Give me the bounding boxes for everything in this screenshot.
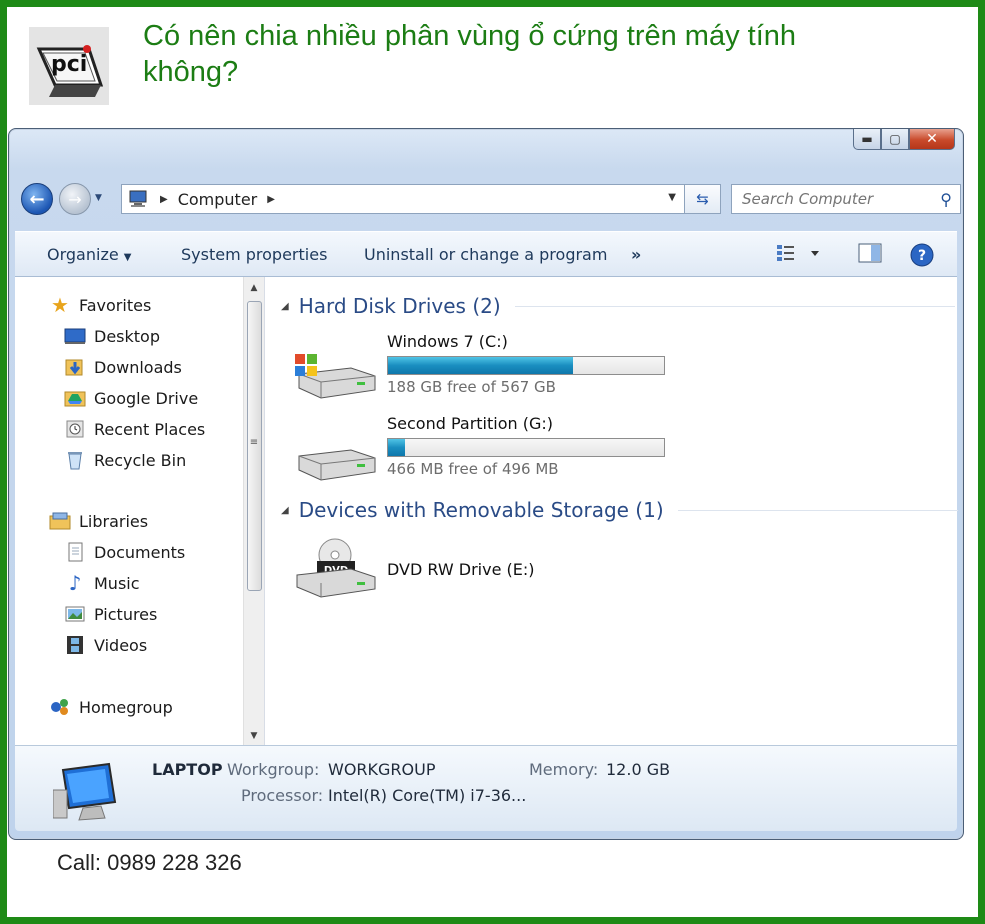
workgroup-value: WORKGROUP [328,760,436,779]
file-list-pane: ◢ Hard Disk Drives (2) Windows 7 (C:) 18… [267,277,958,745]
homegroup-icon [49,697,71,717]
group-divider [514,305,955,307]
scroll-down-arrow[interactable]: ▼ [244,731,264,741]
details-pane: LAPTOP Workgroup: WORKGROUP Memory: 12.0… [15,745,957,831]
arrow-left-icon: ← [29,188,45,210]
drive-g-free-space: 466 MB free of 496 MB [387,460,559,478]
windows-drive-icon[interactable] [291,350,381,406]
address-location[interactable]: Computer [178,190,258,209]
dvd-drive-name[interactable]: DVD RW Drive (E:) [387,560,535,579]
address-bar[interactable]: ▶ Computer ▶ ▼ [121,184,685,214]
preview-pane-icon [858,243,882,263]
sidebar-item-music[interactable]: ♪ Music [64,571,140,595]
recycle-bin-icon [64,450,86,470]
dvd-drive-icon[interactable]: DVD [291,537,381,603]
documents-icon [64,542,86,562]
group-header-removable-storage[interactable]: ◢ Devices with Removable Storage (1) [281,498,958,522]
drive-c-usage-bar [387,356,665,375]
chevron-down-icon: ▼ [123,252,132,263]
sidebar-item-homegroup[interactable]: Homegroup [49,697,173,717]
collapse-arrow-icon[interactable]: ◢ [281,505,289,516]
computer-icon [53,762,117,821]
minimize-button[interactable]: ▬ [853,129,881,150]
drive-c-free-space: 188 GB free of 567 GB [387,378,556,396]
videos-icon [64,635,86,655]
chevron-right-icon[interactable]: ▶ [160,194,168,205]
hard-drive-icon[interactable] [291,432,381,488]
search-icon[interactable]: ⚲ [940,190,952,209]
logo-text: pci [51,52,87,77]
recent-places-icon [64,419,86,439]
scroll-grip-icon: ≡ [249,437,259,448]
drive-c-usage-fill [388,357,573,374]
back-button[interactable]: ← [21,183,53,215]
view-list-icon [777,245,819,261]
help-icon: ? [910,243,934,267]
window-controls: ▬ ▢ ✕ [853,129,955,151]
refresh-icon: ⇆ [696,190,709,208]
chevron-down-icon[interactable]: ▼ [668,192,676,203]
pictures-icon [64,604,86,624]
navigation-bar: ← → ▼ ▶ Computer ▶ ▼ ⇆ ⚲ [21,179,961,215]
group-divider [677,509,958,511]
sidebar-item-documents[interactable]: Documents [64,542,185,562]
chevron-right-icon[interactable]: ▶ [267,194,275,205]
workgroup-label: Workgroup: [227,760,320,779]
uninstall-program-button[interactable]: Uninstall or change a program [364,245,607,264]
navigation-pane: ★ Favorites Desktop Downloads Google Dri… [15,277,241,745]
help-button[interactable]: ? [909,242,935,272]
change-view-button[interactable] [775,242,823,268]
search-box[interactable]: ⚲ [731,184,961,214]
memory-label: Memory: [529,760,599,779]
collapse-arrow-icon[interactable]: ◢ [281,301,289,312]
music-icon: ♪ [68,571,82,595]
more-commands-button[interactable]: » [631,245,641,264]
sidebar-item-favorites[interactable]: ★ Favorites [49,293,151,317]
command-bar: Organize ▼ System properties Uninstall o… [15,231,957,277]
pci-logo: pci [29,27,109,105]
recent-pages-dropdown[interactable]: ▼ [95,193,102,203]
drive-g-name[interactable]: Second Partition (G:) [387,414,553,433]
google-drive-folder-icon [64,388,86,408]
phone-number: Call: 0989 228 326 [57,850,242,875]
scroll-up-arrow[interactable]: ▲ [244,283,264,293]
organize-button[interactable]: Organize ▼ [47,245,131,264]
nav-scrollbar[interactable]: ▲ ≡ ▼ [243,277,265,745]
computer-icon [129,190,147,207]
svg-text:?: ? [918,248,926,264]
sidebar-item-libraries[interactable]: Libraries [49,511,148,531]
sidebar-item-recycle-bin[interactable]: Recycle Bin [64,450,186,470]
search-input[interactable] [742,190,922,208]
forward-button[interactable]: → [59,183,91,215]
content-area: ★ Favorites Desktop Downloads Google Dri… [15,277,958,745]
desktop-icon [64,326,86,346]
close-button[interactable]: ✕ [909,129,955,150]
group-header-hard-disk-drives[interactable]: ◢ Hard Disk Drives (2) [281,294,955,318]
sidebar-item-videos[interactable]: Videos [64,635,147,655]
page-title: Có nên chia nhiều phân vùng ổ cứng trên … [143,20,797,88]
refresh-button[interactable]: ⇆ [685,184,721,214]
drive-g-usage-fill [388,439,405,456]
maximize-button[interactable]: ▢ [881,129,909,150]
drive-c-name[interactable]: Windows 7 (C:) [387,332,508,351]
processor-value: Intel(R) Core(TM) i7-36... [328,786,527,805]
arrow-right-icon: → [68,189,82,209]
star-icon: ★ [51,293,69,317]
downloads-folder-icon [64,357,86,377]
sidebar-item-google-drive[interactable]: Google Drive [64,388,198,408]
computer-name: LAPTOP [152,760,223,779]
preview-pane-button[interactable] [857,242,883,268]
sidebar-item-desktop[interactable]: Desktop [64,326,160,346]
sidebar-item-pictures[interactable]: Pictures [64,604,157,624]
explorer-window: ▬ ▢ ✕ ← → ▼ ▶ Computer ▶ ▼ ⇆ ⚲ Organize … [8,128,964,840]
sidebar-item-downloads[interactable]: Downloads [64,357,182,377]
memory-value: 12.0 GB [606,760,671,779]
libraries-icon [49,511,71,531]
sidebar-item-recent-places[interactable]: Recent Places [64,419,205,439]
processor-label: Processor: [241,786,324,805]
system-properties-button[interactable]: System properties [181,245,327,264]
drive-g-usage-bar [387,438,665,457]
